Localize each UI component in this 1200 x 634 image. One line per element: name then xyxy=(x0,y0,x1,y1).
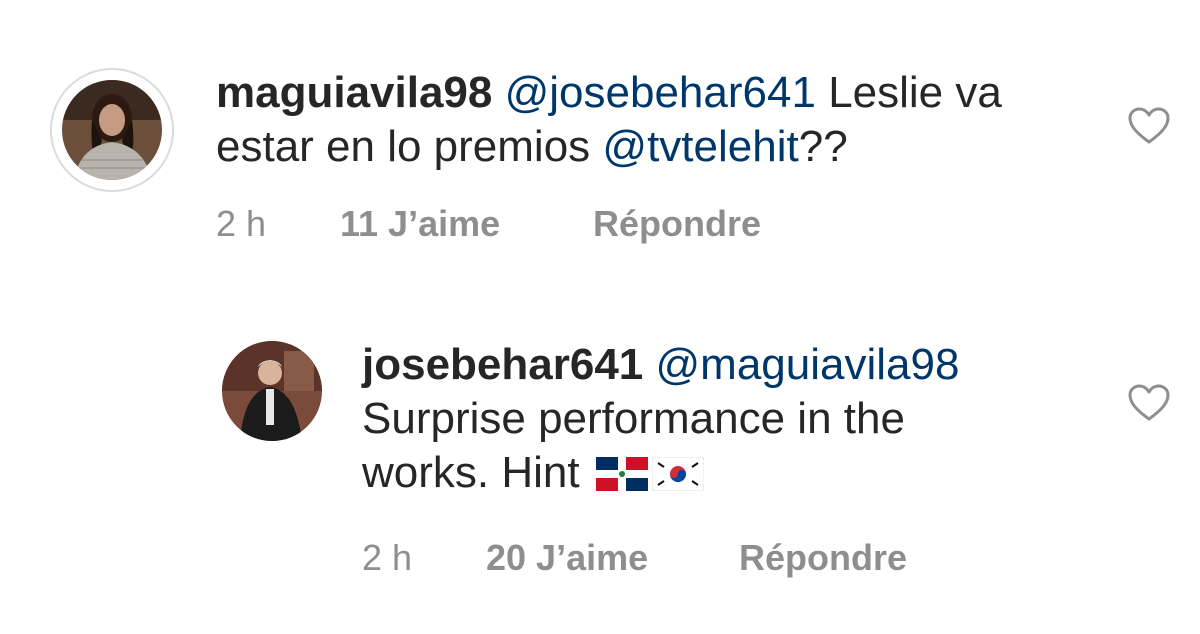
avatar-photo xyxy=(222,341,322,441)
dominican-republic-flag-icon xyxy=(595,450,648,504)
reply-button[interactable]: Répondre xyxy=(593,204,761,244)
comment-username[interactable]: maguiavila98 xyxy=(216,68,492,117)
reply-mention[interactable]: @maguiavila98 xyxy=(656,340,960,389)
comment-body-line-2: estar en lo premios xyxy=(216,122,603,171)
avatar[interactable] xyxy=(62,80,162,180)
comment-meta: 2 h 11 J’aime Répondre xyxy=(216,204,916,244)
reply-line-2: Surprise performance in the xyxy=(362,394,905,443)
avatar-photo xyxy=(62,80,162,180)
comment-body-line-1: Leslie va xyxy=(828,68,1002,117)
comment-mention-2[interactable]: @tvtelehit xyxy=(602,122,798,171)
south-korea-flag-icon xyxy=(651,450,705,504)
avatar[interactable] xyxy=(222,341,322,441)
reply-line-1: josebehar641 @maguiavila98 xyxy=(362,338,1102,392)
reply-meta: 2 h 20 J’aime Répondre xyxy=(362,538,1062,578)
comment-text: maguiavila98 @josebehar641 Leslie va est… xyxy=(216,66,1096,174)
reply-likes[interactable]: 20 J’aime xyxy=(486,538,648,578)
reply-josebehar641: josebehar641 @maguiavila98 Surprise perf… xyxy=(0,290,1200,634)
comment-body-suffix: ?? xyxy=(798,122,848,171)
comment-likes[interactable]: 11 J’aime xyxy=(340,204,500,244)
comment-maguiavila98: maguiavila98 @josebehar641 Leslie va est… xyxy=(0,0,1200,290)
heart-outline-icon[interactable] xyxy=(1127,383,1171,423)
comment-time: 2 h xyxy=(216,203,267,244)
comment-line-2: estar en lo premios @tvtelehit?? xyxy=(216,120,1096,174)
reply-username[interactable]: josebehar641 xyxy=(362,340,643,389)
reply-button[interactable]: Répondre xyxy=(739,538,907,578)
reply-time: 2 h xyxy=(362,537,413,578)
reply-text: josebehar641 @maguiavila98 Surprise perf… xyxy=(362,338,1102,504)
heart-outline-icon[interactable] xyxy=(1127,106,1171,146)
reply-line-3: works. Hint xyxy=(362,446,1102,504)
reply-body-line-3: works. Hint xyxy=(362,448,580,497)
comment-line-1: maguiavila98 @josebehar641 Leslie va xyxy=(216,66,1096,120)
comment-mention[interactable]: @josebehar641 xyxy=(505,68,816,117)
